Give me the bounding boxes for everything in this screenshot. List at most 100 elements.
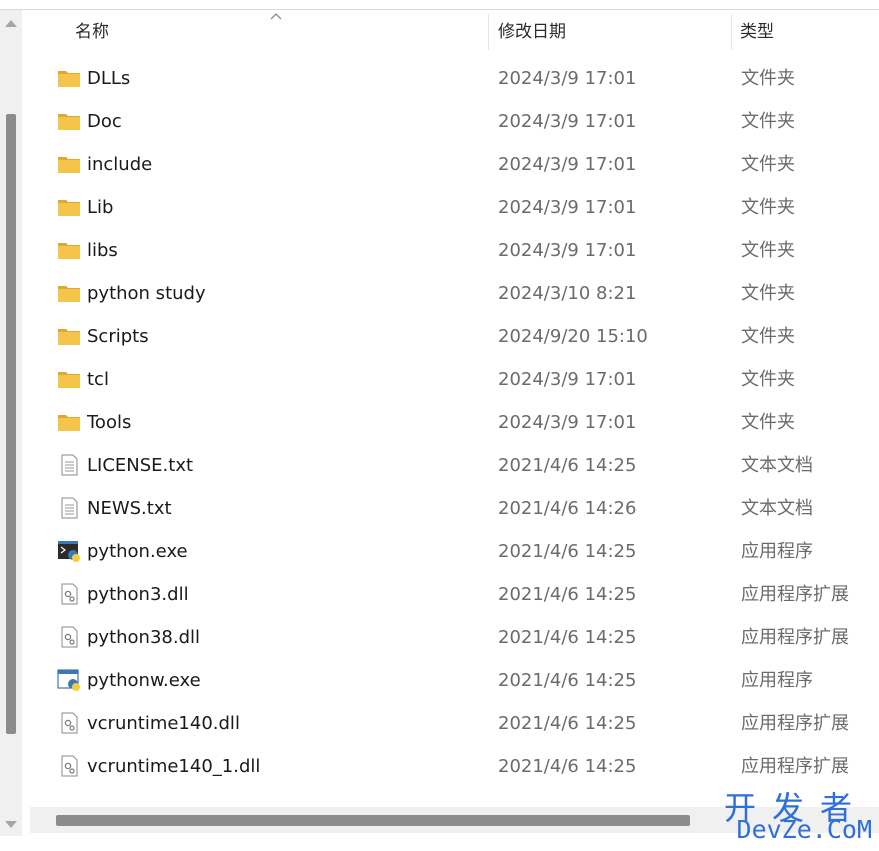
dll-file-icon: [57, 583, 81, 605]
file-row[interactable]: LICENSE.txt 2021/4/6 14:25 文本文档: [30, 444, 879, 487]
vertical-scroll-thumb[interactable]: [6, 114, 16, 734]
file-modified-date: 2021/4/6 14:25: [498, 455, 637, 476]
file-row[interactable]: python.exe 2021/4/6 14:25 应用程序: [30, 530, 879, 573]
file-modified-date: 2024/3/9 17:01: [498, 412, 637, 433]
folder-icon: [57, 411, 81, 433]
file-row[interactable]: Tools 2024/3/9 17:01 文件夹: [30, 401, 879, 444]
vertical-scrollbar[interactable]: [0, 10, 22, 836]
folder-icon: [57, 110, 81, 132]
text-file-icon: [57, 454, 81, 476]
file-modified-date: 2021/4/6 14:25: [498, 756, 637, 777]
column-header: 名称 修改日期 类型: [30, 10, 879, 54]
file-type: 文件夹: [741, 369, 795, 390]
file-name: pythonw.exe: [87, 670, 201, 691]
column-separator[interactable]: [731, 14, 732, 50]
sort-ascending-icon: [270, 13, 282, 20]
file-type: 应用程序扩展: [741, 756, 849, 777]
file-modified-date: 2024/3/9 17:01: [498, 111, 637, 132]
file-modified-date: 2024/3/9 17:01: [498, 154, 637, 175]
file-name: DLLs: [87, 68, 131, 89]
watermark-en: DevZe.CoM: [736, 815, 872, 844]
file-row[interactable]: python38.dll 2021/4/6 14:25 应用程序扩展: [30, 616, 879, 659]
folder-icon: [57, 153, 81, 175]
dll-file-icon: [57, 626, 81, 648]
folder-icon: [57, 282, 81, 304]
file-name: tcl: [87, 369, 109, 390]
file-modified-date: 2021/4/6 14:25: [498, 627, 637, 648]
horizontal-scroll-thumb[interactable]: [56, 815, 690, 826]
file-name: vcruntime140.dll: [87, 713, 240, 734]
scroll-down-arrow-icon[interactable]: [5, 821, 17, 828]
file-name: python3.dll: [87, 584, 189, 605]
file-name: libs: [87, 240, 118, 261]
file-list: DLLs 2024/3/9 17:01 文件夹 Doc 2024/3/9 17:01 文件…: [30, 57, 879, 788]
file-row[interactable]: vcruntime140.dll 2021/4/6 14:25 应用程序扩展: [30, 702, 879, 745]
column-header-name[interactable]: 名称: [75, 10, 109, 54]
file-name: Tools: [87, 412, 132, 433]
file-name: python study: [87, 283, 206, 304]
python-window-icon: [57, 669, 81, 691]
file-modified-date: 2024/3/10 8:21: [498, 283, 637, 304]
file-row[interactable]: tcl 2024/3/9 17:01 文件夹: [30, 358, 879, 401]
file-type: 应用程序扩展: [741, 584, 849, 605]
file-name: python38.dll: [87, 627, 201, 648]
file-modified-date: 2024/9/20 15:10: [498, 326, 648, 347]
file-modified-date: 2021/4/6 14:25: [498, 541, 637, 562]
file-type: 应用程序扩展: [741, 627, 849, 648]
file-name: python.exe: [87, 541, 188, 562]
file-row[interactable]: include 2024/3/9 17:01 文件夹: [30, 143, 879, 186]
file-type: 文件夹: [741, 283, 795, 304]
file-type: 文件夹: [741, 68, 795, 89]
file-type: 应用程序: [741, 670, 813, 691]
column-header-type[interactable]: 类型: [740, 10, 774, 54]
text-file-icon: [57, 497, 81, 519]
dll-file-icon: [57, 712, 81, 734]
file-name: include: [87, 154, 153, 175]
file-type: 应用程序扩展: [741, 713, 849, 734]
dll-file-icon: [57, 755, 81, 777]
file-type: 文件夹: [741, 240, 795, 261]
file-row[interactable]: python study 2024/3/10 8:21 文件夹: [30, 272, 879, 315]
file-name: vcruntime140_1.dll: [87, 756, 261, 777]
file-modified-date: 2024/3/9 17:01: [498, 68, 637, 89]
file-type: 文件夹: [741, 111, 795, 132]
file-row[interactable]: Doc 2024/3/9 17:01 文件夹: [30, 100, 879, 143]
file-modified-date: 2021/4/6 14:25: [498, 584, 637, 605]
file-name: Scripts: [87, 326, 149, 347]
file-row[interactable]: libs 2024/3/9 17:01 文件夹: [30, 229, 879, 272]
column-header-date[interactable]: 修改日期: [498, 10, 566, 54]
file-name: NEWS.txt: [87, 498, 172, 519]
file-type: 文件夹: [741, 197, 795, 218]
file-modified-date: 2021/4/6 14:25: [498, 713, 637, 734]
file-type: 文件夹: [741, 326, 795, 347]
folder-icon: [57, 368, 81, 390]
file-row[interactable]: vcruntime140_1.dll 2021/4/6 14:25 应用程序扩展: [30, 745, 879, 788]
folder-icon: [57, 196, 81, 218]
watermark-logo: 开发者 DevZe.CoM: [718, 783, 878, 849]
file-modified-date: 2024/3/9 17:01: [498, 240, 637, 261]
python-console-icon: [57, 540, 81, 562]
file-row[interactable]: Lib 2024/3/9 17:01 文件夹: [30, 186, 879, 229]
folder-icon: [57, 67, 81, 89]
file-row[interactable]: DLLs 2024/3/9 17:01 文件夹: [30, 57, 879, 100]
file-modified-date: 2021/4/6 14:26: [498, 498, 637, 519]
file-name: Doc: [87, 111, 122, 132]
scroll-up-arrow-icon[interactable]: [5, 20, 17, 27]
file-name: Lib: [87, 197, 114, 218]
file-row[interactable]: python3.dll 2021/4/6 14:25 应用程序扩展: [30, 573, 879, 616]
file-name: LICENSE.txt: [87, 455, 194, 476]
file-row[interactable]: pythonw.exe 2021/4/6 14:25 应用程序: [30, 659, 879, 702]
folder-icon: [57, 239, 81, 261]
column-separator[interactable]: [488, 14, 489, 50]
file-row[interactable]: Scripts 2024/9/20 15:10 文件夹: [30, 315, 879, 358]
file-type: 文件夹: [741, 154, 795, 175]
folder-icon: [57, 325, 81, 347]
file-modified-date: 2024/3/9 17:01: [498, 369, 637, 390]
file-type: 应用程序: [741, 541, 813, 562]
file-type: 文本文档: [741, 498, 813, 519]
file-type: 文件夹: [741, 412, 795, 433]
file-type: 文本文档: [741, 455, 813, 476]
file-modified-date: 2021/4/6 14:25: [498, 670, 637, 691]
file-row[interactable]: NEWS.txt 2021/4/6 14:26 文本文档: [30, 487, 879, 530]
file-modified-date: 2024/3/9 17:01: [498, 197, 637, 218]
